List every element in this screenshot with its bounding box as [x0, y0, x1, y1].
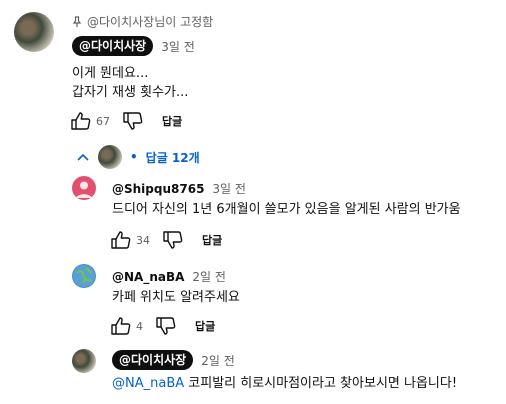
avatar[interactable]	[72, 176, 96, 200]
dislike-button[interactable]	[122, 111, 144, 131]
reply-time[interactable]: 3일 전	[212, 180, 246, 197]
pinned-text: @다이치사장님이 고정함	[87, 15, 214, 29]
like-button[interactable]	[110, 230, 132, 250]
user-icon	[76, 181, 92, 198]
pinned-indicator: @다이치사장님이 고정함	[72, 13, 213, 30]
thumbs-up-icon	[111, 317, 131, 335]
dislike-button[interactable]	[162, 230, 184, 250]
reply-author[interactable]: @NA_naBA	[112, 270, 184, 284]
thumbs-up-icon	[71, 112, 91, 130]
pin-icon	[72, 15, 82, 28]
replies-bullet: •	[130, 150, 138, 164]
comment-line: 이게 뭔데요...	[72, 66, 149, 81]
like-button[interactable]	[110, 316, 132, 336]
comment-line: 갑자기 재생 횟수가...	[72, 85, 189, 100]
replies-count-label: 답글 12개	[145, 150, 200, 165]
reply-header: @다이치사장 2일 전	[112, 350, 235, 370]
mention-link[interactable]: @NA_naBA	[112, 376, 184, 391]
reply-header: @NA_naBA 2일 전	[112, 268, 226, 285]
reply-author[interactable]: @Shipqu8765	[112, 182, 204, 196]
reply-actions: 4 답글	[110, 316, 215, 336]
reply-button[interactable]: 답글	[162, 113, 182, 129]
reply-text: 코피발리 히로시마점이라고 찾아보시면 나옵니다!	[184, 376, 458, 391]
author-badge[interactable]: @다이치사장	[112, 350, 194, 370]
reply-body: 드디어 자신의 1년 6개월이 쓸모가 있음을 알게된 사람의 반가움	[112, 202, 461, 217]
reply-body: 카페 위치도 알려주세요	[112, 290, 240, 305]
like-count: 4	[136, 319, 143, 333]
like-count: 67	[96, 114, 110, 128]
reply-time[interactable]: 2일 전	[201, 352, 235, 369]
comment-time[interactable]: 3일 전	[161, 38, 195, 55]
like-button[interactable]	[70, 111, 92, 131]
reply-header: @Shipqu8765 3일 전	[112, 180, 246, 197]
comment-actions: 67 답글	[70, 111, 182, 131]
reply-button[interactable]: 답글	[195, 318, 215, 334]
avatar[interactable]	[72, 264, 96, 288]
reply-time[interactable]: 2일 전	[192, 268, 226, 285]
thumbs-down-icon	[123, 112, 143, 130]
globe-icon	[73, 265, 95, 287]
thumbs-down-icon	[163, 231, 183, 249]
thumbs-down-icon	[156, 317, 176, 335]
comment-header: @다이치사장 3일 전	[72, 36, 195, 56]
reply-body: @NA_naBA 코피발리 히로시마점이라고 찾아보시면 나옵니다!	[112, 374, 457, 393]
replies-toggle[interactable]: • 답글 12개	[76, 145, 200, 169]
avatar[interactable]	[14, 12, 54, 52]
reply-button[interactable]: 답글	[202, 232, 222, 248]
avatar	[98, 145, 122, 169]
comment-body: 이게 뭔데요... 갑자기 재생 횟수가...	[72, 64, 188, 102]
like-count: 34	[136, 233, 150, 247]
dislike-button[interactable]	[155, 316, 177, 336]
reply-actions: 34 답글	[110, 230, 222, 250]
author-badge[interactable]: @다이치사장	[72, 36, 154, 56]
avatar[interactable]	[72, 349, 96, 373]
chevron-up-icon	[76, 152, 90, 162]
thumbs-up-icon	[111, 231, 131, 249]
